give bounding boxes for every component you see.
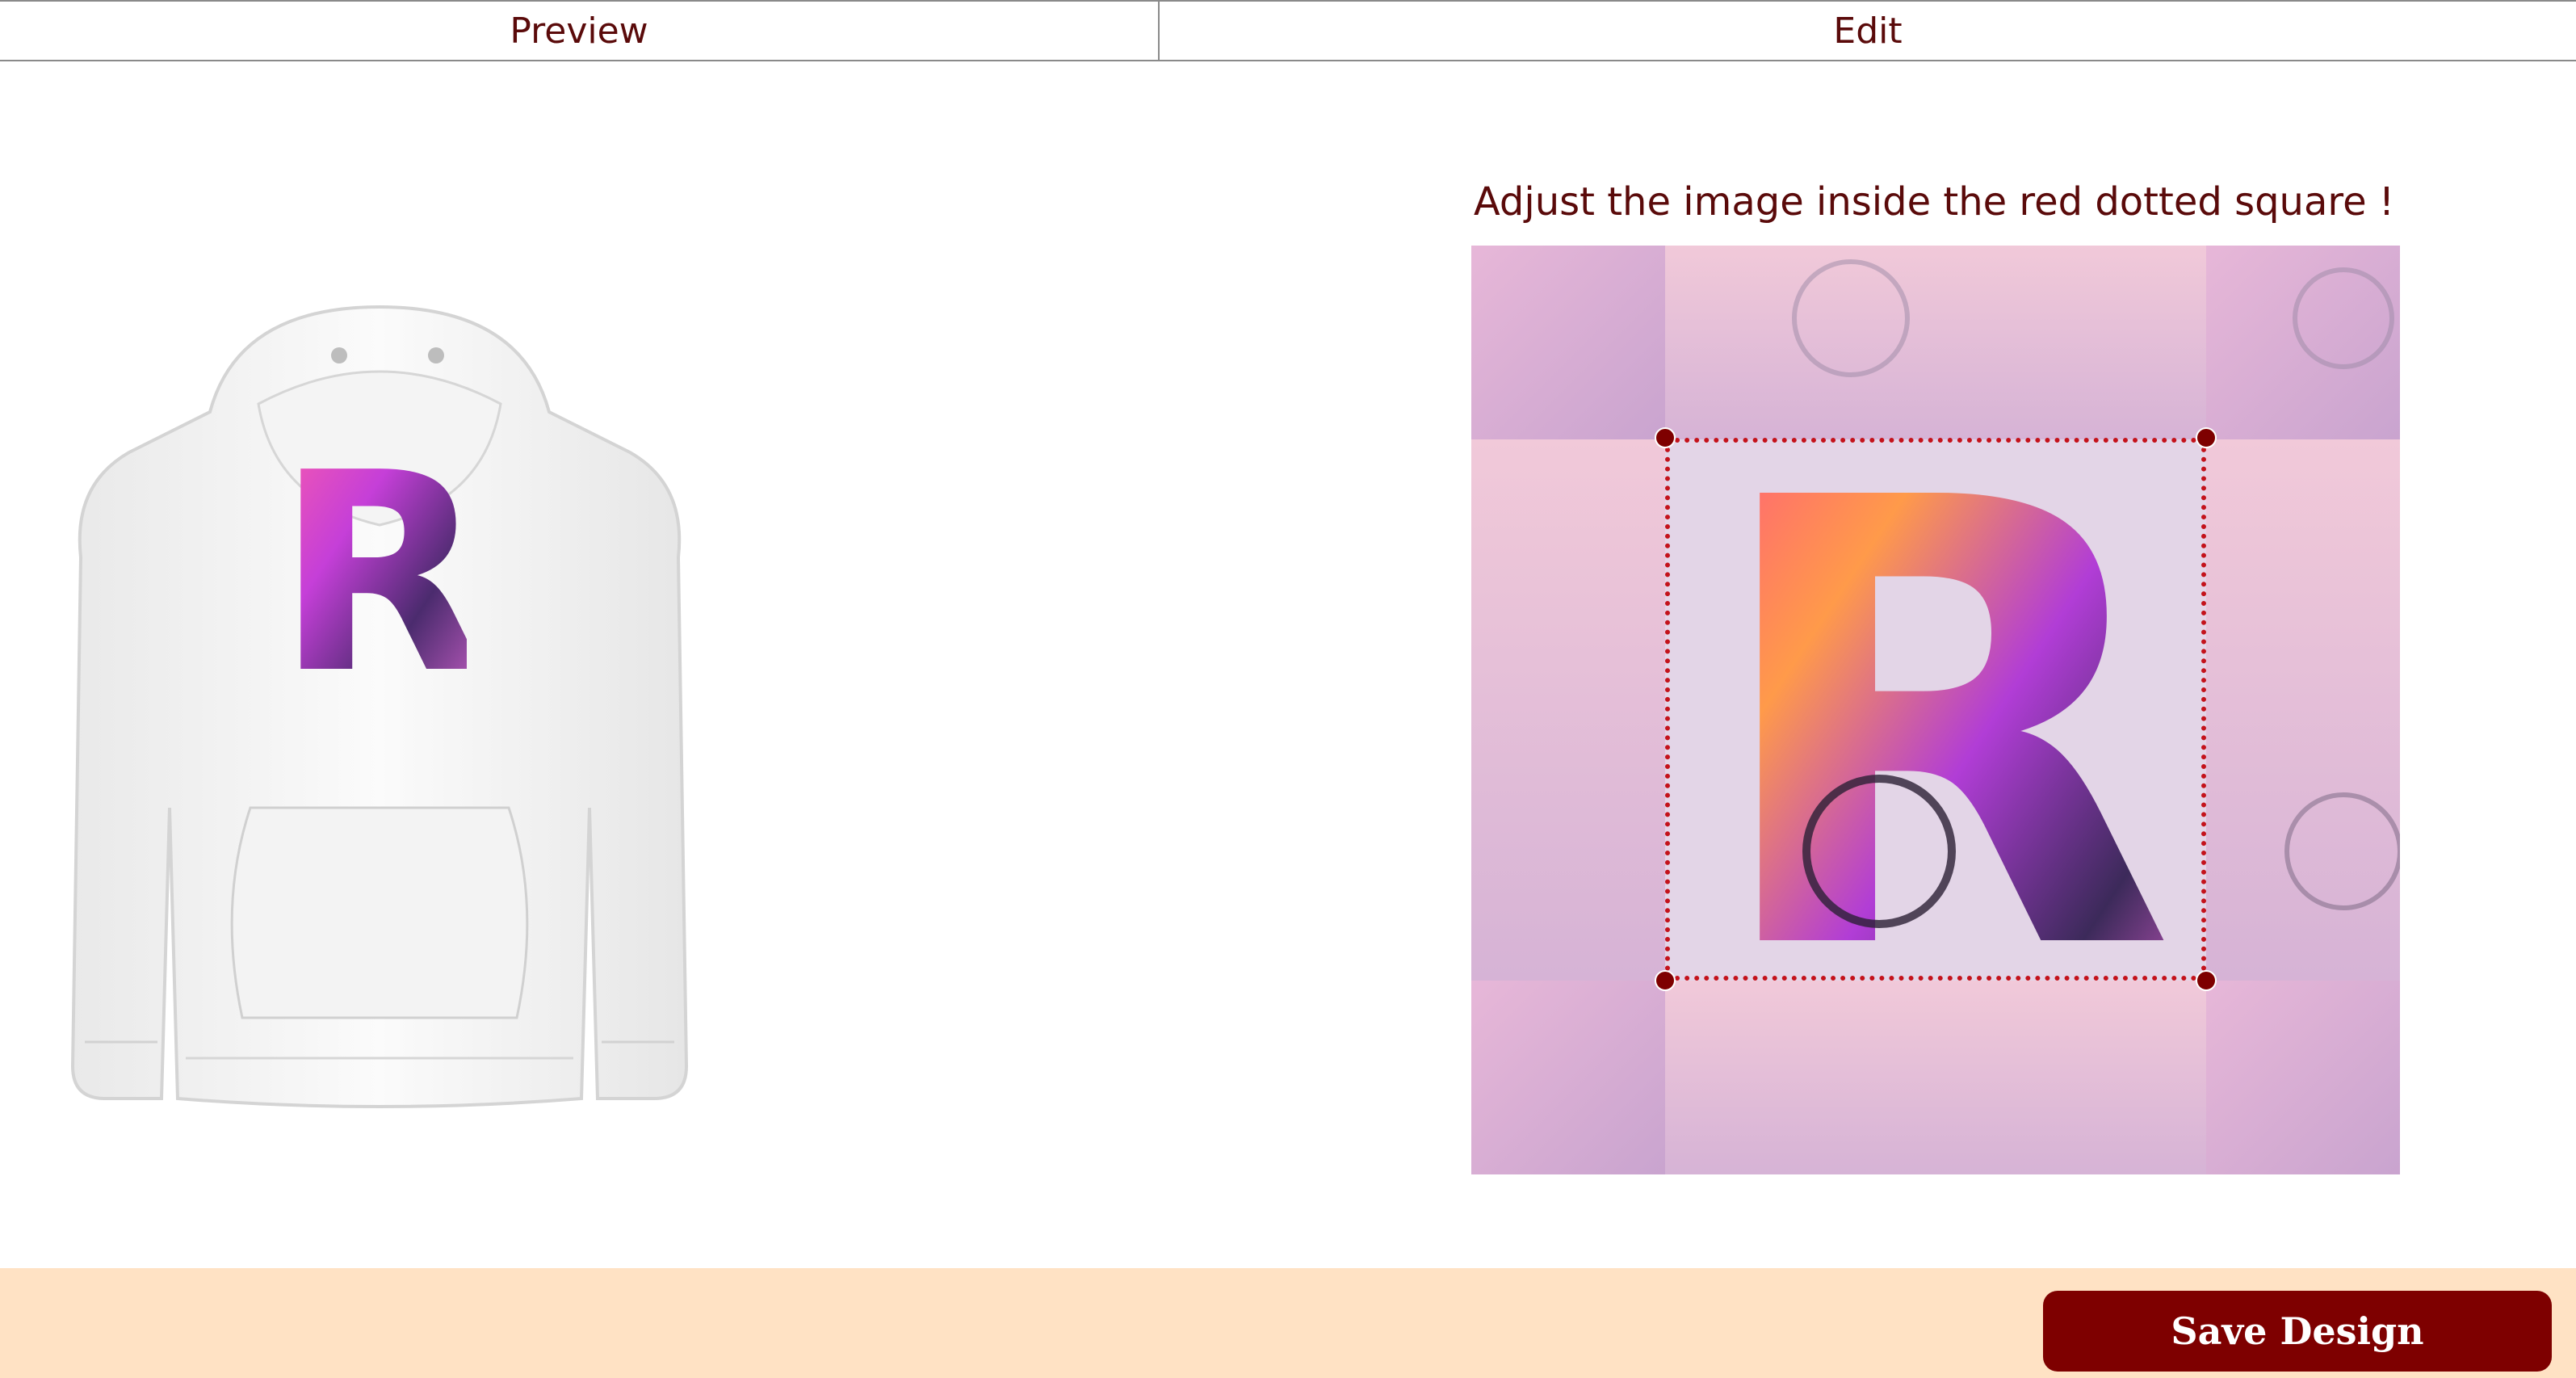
tab-edit[interactable]: Edit [1160, 2, 2576, 60]
save-design-button[interactable]: Save Design [2043, 1291, 2552, 1372]
tab-preview-label: Preview [510, 10, 648, 52]
crop-area[interactable] [1665, 438, 2206, 981]
resize-handle-bottom-right[interactable] [2196, 970, 2217, 991]
resize-handle-bottom-left[interactable] [1655, 970, 1676, 991]
footer-bar: Save Design [0, 1268, 2576, 1378]
tab-preview[interactable]: Preview [0, 2, 1160, 60]
hoodie-image [70, 305, 689, 1108]
edit-instruction: Adjust the image inside the red dotted s… [1473, 179, 2395, 225]
tab-edit-label: Edit [1833, 10, 1903, 52]
resize-handle-top-right[interactable] [2196, 427, 2217, 448]
design-letter: R [296, 459, 467, 677]
resize-handle-top-left[interactable] [1655, 427, 1676, 448]
hoodie-preview: R [65, 291, 694, 1131]
tab-bar: Preview Edit [0, 0, 2576, 61]
design-print: R [296, 459, 467, 677]
